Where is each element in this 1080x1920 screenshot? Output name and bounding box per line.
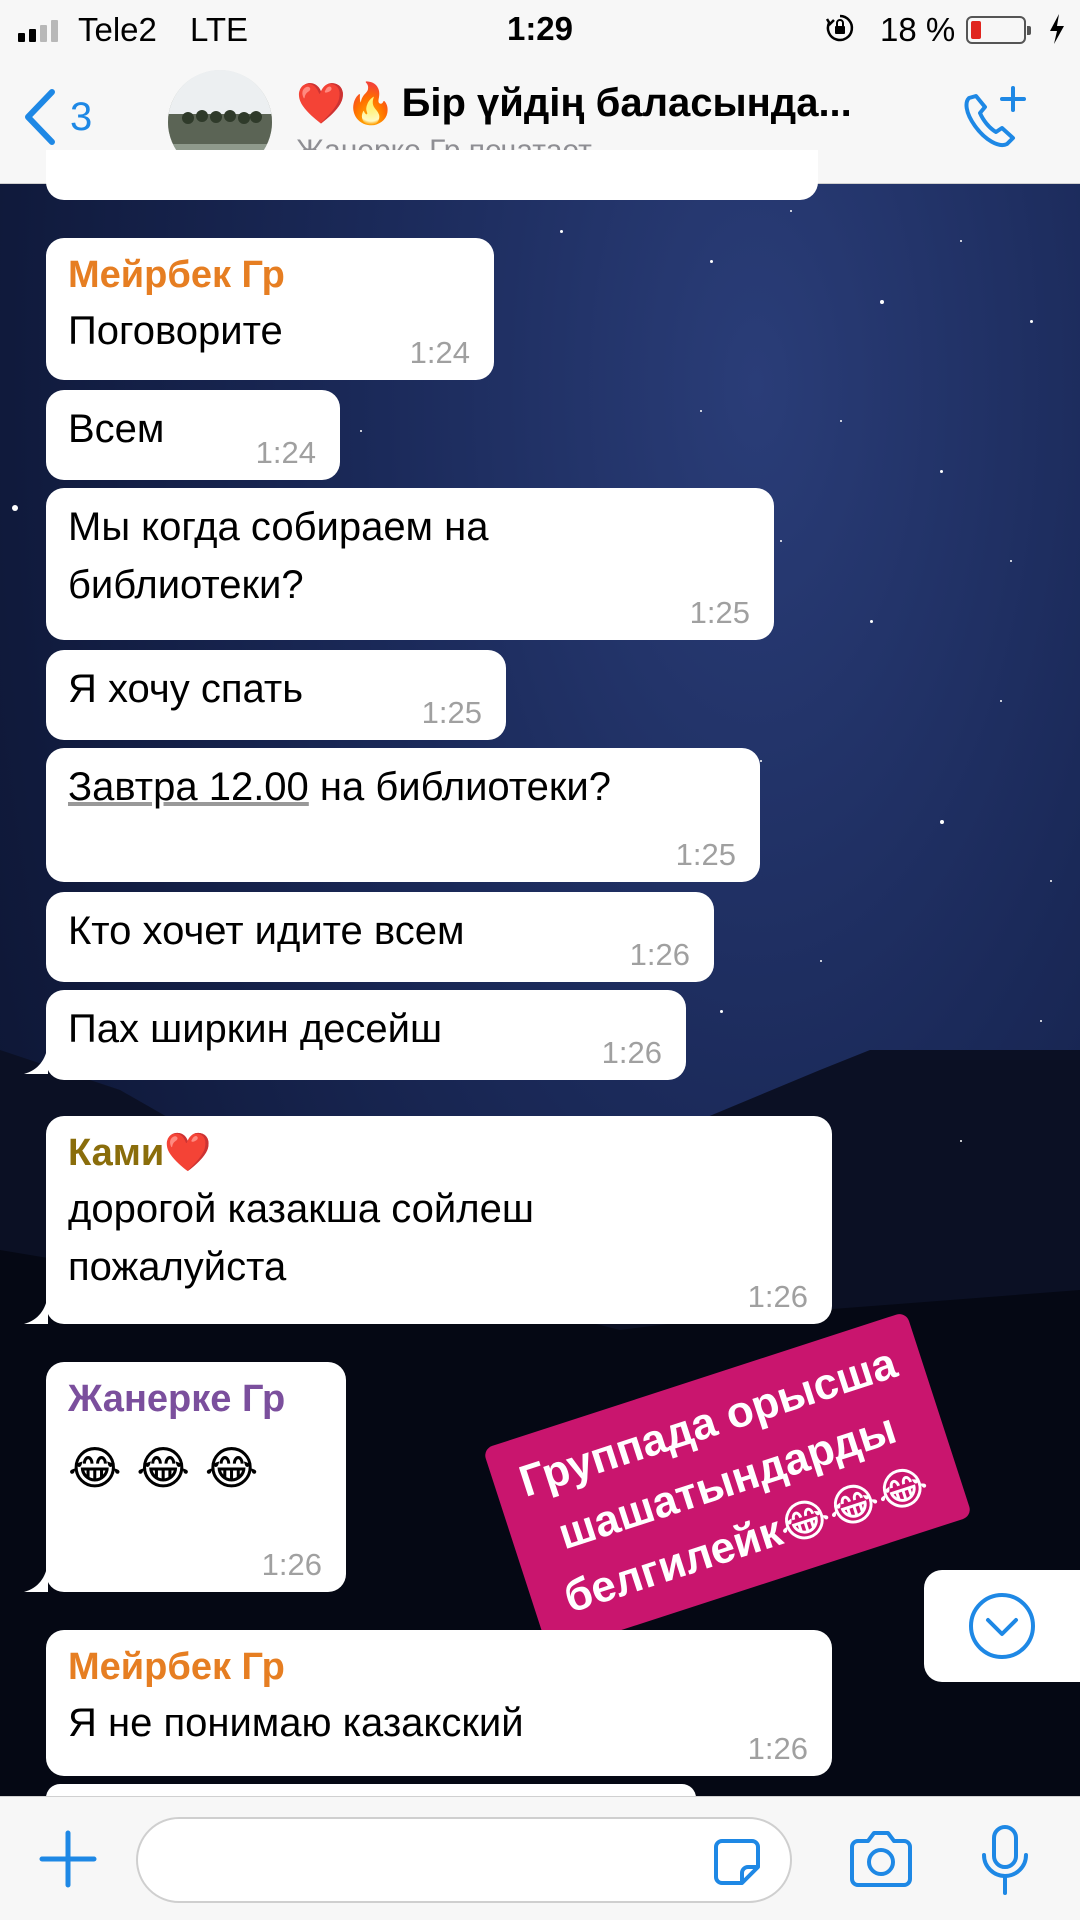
message-time: 1:26 — [747, 1279, 808, 1314]
bubble-tail — [24, 1562, 48, 1592]
message-time: 1:25 — [675, 837, 736, 872]
date-link[interactable]: Завтра 12.00 — [68, 765, 309, 809]
message-text: Я не понимаю казакский — [68, 1701, 524, 1745]
message-bubble[interactable]: Кто хочет идите всем 1:26 — [46, 892, 714, 982]
message-text: 😂 😂 😂 — [68, 1441, 259, 1495]
chevron-left-icon — [25, 89, 55, 145]
back-button[interactable]: 3 — [22, 88, 92, 146]
phone-plus-icon[interactable] — [955, 82, 1031, 158]
sticker-icon[interactable] — [712, 1837, 762, 1887]
battery-percent: 18 % — [880, 11, 956, 48]
message-bubble[interactable]: Всем 1:24 — [46, 390, 340, 480]
plus-icon[interactable] — [38, 1829, 98, 1889]
message-input[interactable] — [136, 1817, 792, 1903]
message-time: 1:26 — [601, 1035, 662, 1070]
message-bubble-partial — [46, 150, 818, 200]
unread-count: 3 — [70, 94, 93, 139]
camera-icon[interactable] — [848, 1829, 914, 1889]
message-text: Мы когда собираем на библиотеки? — [68, 505, 489, 607]
message-bubble[interactable]: Пах ширкин десейш 1:26 — [46, 990, 686, 1080]
scroll-to-bottom-button[interactable] — [924, 1570, 1080, 1682]
message-sender: Жанерке Гр — [68, 1378, 286, 1420]
message-bubble[interactable]: Жанерке Гр 😂 😂 😂 1:26 — [46, 1362, 346, 1592]
title-emoji: ❤️🔥 — [296, 82, 396, 126]
message-time: 1:26 — [747, 1731, 808, 1766]
message-bubble[interactable]: Я хочу спать 1:25 — [46, 650, 506, 740]
bubble-tail — [24, 1294, 48, 1324]
orientation-lock-icon — [825, 14, 854, 42]
message-sender: Мейрбек Гр — [68, 1646, 285, 1688]
message-time: 1:24 — [255, 435, 316, 470]
microphone-icon[interactable] — [978, 1823, 1032, 1897]
message-time: 1:25 — [421, 695, 482, 730]
message-text: на библиотеки? — [308, 765, 611, 809]
message-bubble[interactable]: Завтра 12.00 на библиотеки? 1:25 — [46, 748, 760, 882]
title-text: Бір үйдің баласында... — [401, 81, 852, 125]
message-sender: Мейрбек Гр — [68, 254, 285, 296]
charging-icon — [1050, 14, 1064, 44]
message-text: Кто хочет идите всем — [68, 909, 465, 953]
message-bubble[interactable]: Мейрбек Гр Поговорите 1:24 — [46, 238, 494, 380]
message-bubble[interactable]: Мы когда собираем на библиотеки? 1:25 — [46, 488, 774, 640]
message-sender: Ками❤️ — [68, 1132, 212, 1174]
message-time: 1:24 — [409, 335, 470, 370]
message-bubble[interactable]: Мейрбек Гр Я не понимаю казакский 1:26 — [46, 1630, 832, 1776]
status-bar: Tele2 LTE 1:29 18 % — [0, 0, 1080, 60]
chevron-down-icon — [969, 1593, 1035, 1659]
message-time: 1:26 — [261, 1547, 322, 1582]
message-input-bar — [0, 1796, 1080, 1920]
message-text: дорогой казакша сойлеш пожалуйста — [68, 1187, 534, 1289]
bubble-tail — [24, 1044, 48, 1074]
chat-title[interactable]: ❤️🔥 Бір үйдің баласында... — [296, 80, 852, 127]
battery-icon — [966, 16, 1031, 44]
message-time: 1:26 — [629, 937, 690, 972]
message-bubble[interactable]: Ками❤️ дорогой казакша сойлеш пожалуйста… — [46, 1116, 832, 1324]
message-time: 1:25 — [689, 595, 750, 630]
message-text: Пах ширкин десейш — [68, 1007, 443, 1051]
